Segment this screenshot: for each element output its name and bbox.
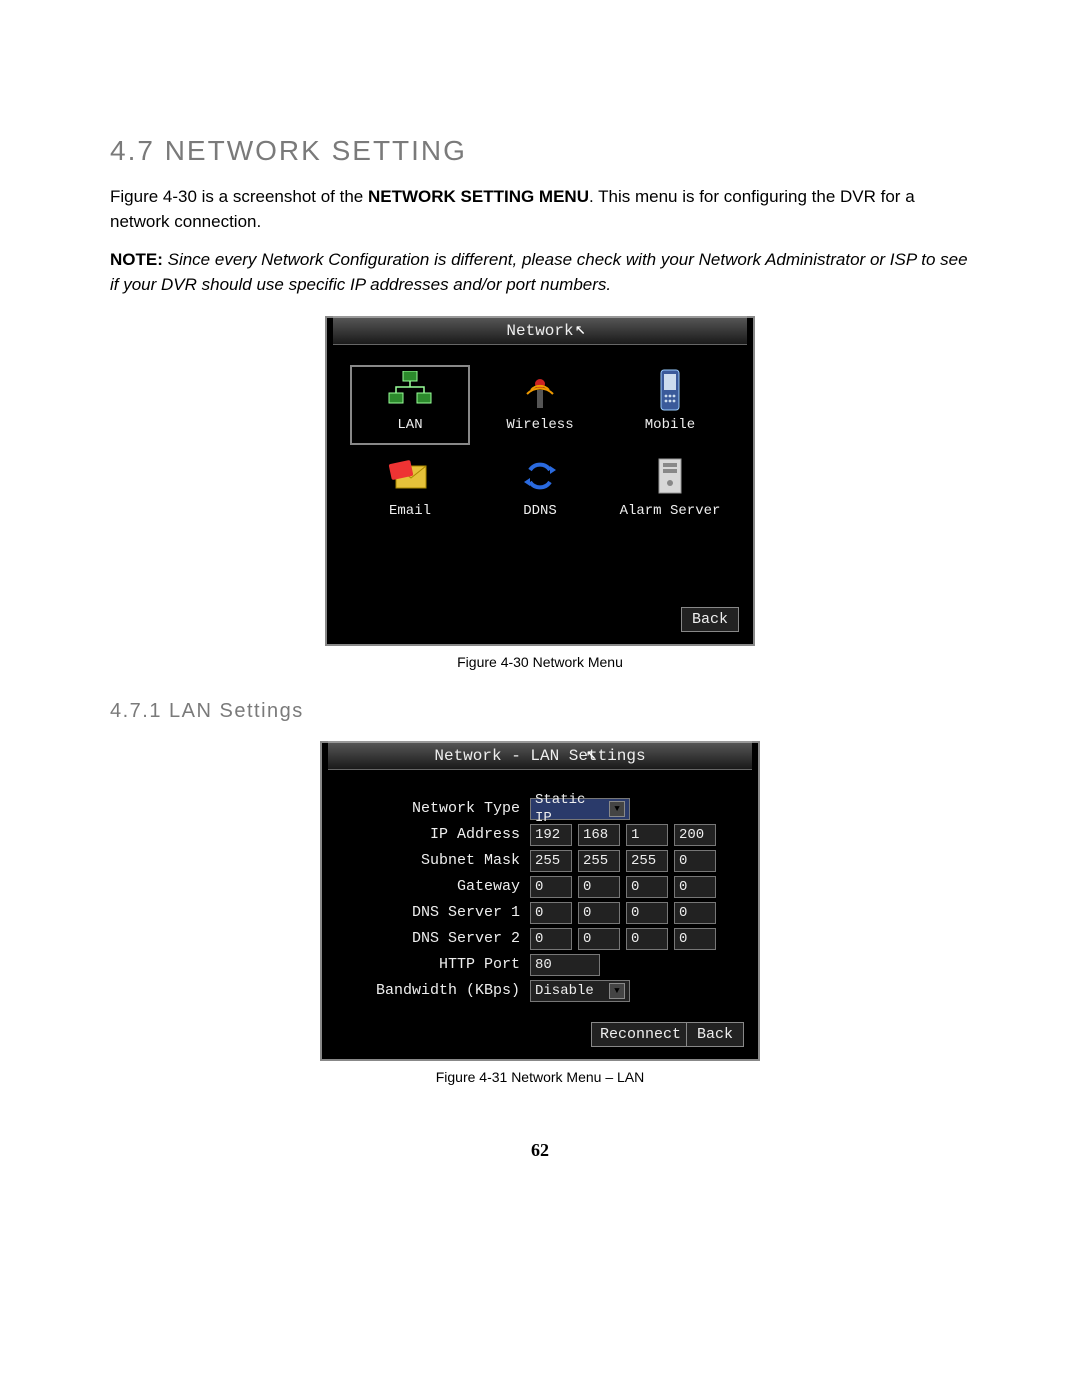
ddns-icon xyxy=(480,451,600,501)
chevron-down-icon: ▼ xyxy=(609,983,625,999)
input-mask-3[interactable]: 255 xyxy=(626,850,668,872)
select-bandwidth[interactable]: Disable ▼ xyxy=(530,980,630,1002)
label-bandwidth: Bandwidth (KBps) xyxy=(350,982,530,999)
input-dns1-2[interactable]: 0 xyxy=(578,902,620,924)
label-gateway: Gateway xyxy=(350,878,530,895)
window-title: Network - LAN Settings xyxy=(328,741,752,770)
wireless-icon xyxy=(480,365,600,415)
window-title: Network xyxy=(333,316,747,345)
reconnect-button[interactable]: Reconnect xyxy=(591,1022,690,1047)
input-mask-1[interactable]: 255 xyxy=(530,850,572,872)
label-dns2: DNS Server 2 xyxy=(350,930,530,947)
input-dns2-3[interactable]: 0 xyxy=(626,928,668,950)
input-gateway-1[interactable]: 0 xyxy=(530,876,572,898)
input-ip-1[interactable]: 192 xyxy=(530,824,572,846)
input-ip-2[interactable]: 168 xyxy=(578,824,620,846)
input-dns1-1[interactable]: 0 xyxy=(530,902,572,924)
note-paragraph: NOTE: Since every Network Configuration … xyxy=(110,248,970,297)
menu-item-label: Wireless xyxy=(480,415,600,433)
email-icon xyxy=(350,451,470,501)
menu-item-label: Mobile xyxy=(610,415,730,433)
page-number: 62 xyxy=(110,1140,970,1161)
section-heading: 4.7 NETWORK SETTING xyxy=(110,135,970,167)
input-ip-3[interactable]: 1 xyxy=(626,824,668,846)
input-dns1-3[interactable]: 0 xyxy=(626,902,668,924)
select-value: Static IP xyxy=(535,791,609,827)
label-network-type: Network Type xyxy=(350,800,530,817)
label-dns1: DNS Server 1 xyxy=(350,904,530,921)
input-gateway-2[interactable]: 0 xyxy=(578,876,620,898)
menu-item-lan[interactable]: LAN xyxy=(350,365,470,445)
input-mask-4[interactable]: 0 xyxy=(674,850,716,872)
menu-item-alarm-server[interactable]: Alarm Server xyxy=(610,451,730,531)
input-mask-2[interactable]: 255 xyxy=(578,850,620,872)
intro-menu-name: NETWORK SETTING MENU xyxy=(368,187,589,206)
menu-item-mobile[interactable]: Mobile xyxy=(610,365,730,445)
intro-text-a: Figure 4-30 is a screenshot of the xyxy=(110,187,368,206)
menu-item-ddns[interactable]: DDNS xyxy=(480,451,600,531)
alarm-server-icon xyxy=(610,451,730,501)
menu-item-label: LAN xyxy=(350,415,470,433)
figure-4-31-screenshot: ↖ Network - LAN Settings Network Type St… xyxy=(320,741,760,1061)
input-http-port[interactable]: 80 xyxy=(530,954,600,976)
menu-item-wireless[interactable]: Wireless xyxy=(480,365,600,445)
menu-item-label: Alarm Server xyxy=(610,501,730,519)
input-dns2-2[interactable]: 0 xyxy=(578,928,620,950)
label-http-port: HTTP Port xyxy=(350,956,530,973)
intro-paragraph: Figure 4-30 is a screenshot of the NETWO… xyxy=(110,185,970,234)
note-body: Since every Network Configuration is dif… xyxy=(110,250,968,294)
label-ip-address: IP Address xyxy=(350,826,530,843)
menu-item-label: DDNS xyxy=(480,501,600,519)
input-dns2-4[interactable]: 0 xyxy=(674,928,716,950)
input-gateway-3[interactable]: 0 xyxy=(626,876,668,898)
select-value: Disable xyxy=(535,982,594,1000)
figure-4-30-caption: Figure 4-30 Network Menu xyxy=(110,654,970,670)
back-button[interactable]: Back xyxy=(681,607,739,632)
note-label: NOTE: xyxy=(110,250,163,269)
input-dns2-1[interactable]: 0 xyxy=(530,928,572,950)
input-gateway-4[interactable]: 0 xyxy=(674,876,716,898)
menu-item-label: Email xyxy=(350,501,470,519)
back-button[interactable]: Back xyxy=(686,1022,744,1047)
subsection-heading: 4.7.1 LAN Settings xyxy=(110,700,970,723)
mobile-icon xyxy=(610,365,730,415)
chevron-down-icon: ▼ xyxy=(609,801,625,817)
input-dns1-4[interactable]: 0 xyxy=(674,902,716,924)
menu-item-email[interactable]: Email xyxy=(350,451,470,531)
figure-4-31-caption: Figure 4-31 Network Menu – LAN xyxy=(110,1069,970,1085)
select-network-type[interactable]: Static IP ▼ xyxy=(530,798,630,820)
label-subnet-mask: Subnet Mask xyxy=(350,852,530,869)
input-ip-4[interactable]: 200 xyxy=(674,824,716,846)
lan-icon xyxy=(350,365,470,415)
figure-4-30-screenshot: ↖ Network LAN xyxy=(325,316,755,646)
